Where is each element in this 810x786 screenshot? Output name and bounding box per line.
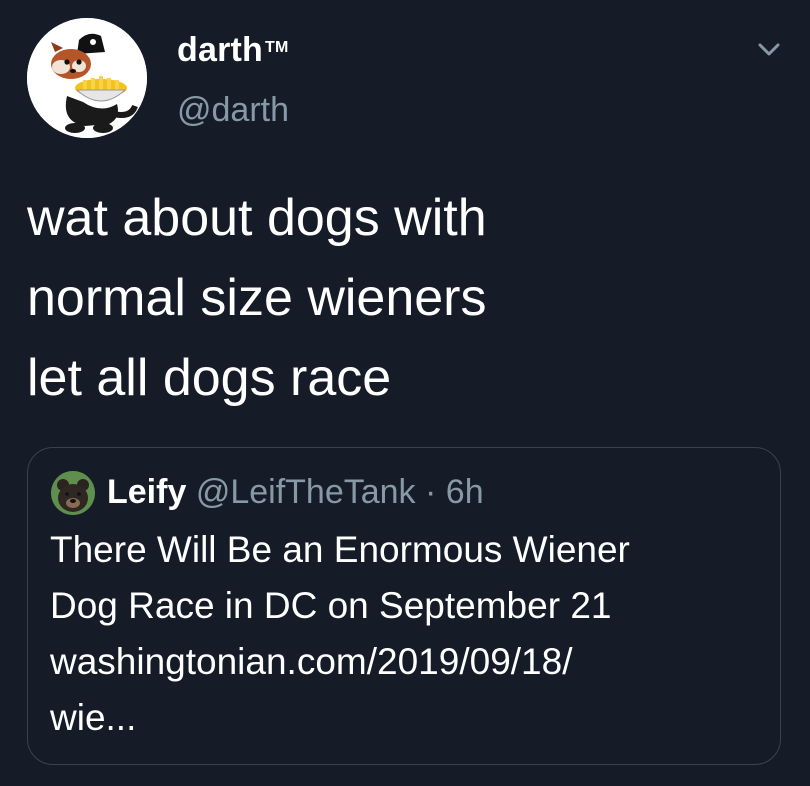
quoted-author-name[interactable]: Leify bbox=[107, 473, 186, 511]
tweet: darth TM @darth wat about dogs with norma… bbox=[0, 0, 810, 786]
quoted-separator: · bbox=[425, 473, 437, 511]
bear-avatar-icon bbox=[51, 471, 95, 515]
quoted-body-link[interactable]: washingtonian.com/2019/09/18/ bbox=[50, 634, 760, 690]
chevron-down-icon bbox=[758, 43, 780, 56]
quoted-tweet-header: Leify @LeifTheTank · 6h bbox=[107, 470, 484, 514]
author-handle[interactable]: @darth bbox=[177, 90, 289, 130]
red-panda-with-fries-avatar-icon bbox=[27, 18, 147, 138]
tweet-text-line: normal size wieners bbox=[27, 269, 487, 327]
tweet-text: wat about dogs with normal size wieners … bbox=[27, 178, 747, 418]
quoted-tweet-card[interactable]: Leify @LeifTheTank · 6h There Will Be an… bbox=[27, 447, 781, 765]
quoted-body-line: There Will Be an Enormous Wiener bbox=[50, 529, 630, 570]
author-display-name[interactable]: darth TM bbox=[177, 30, 289, 70]
author-avatar[interactable] bbox=[27, 18, 147, 138]
quoted-timestamp[interactable]: 6h bbox=[446, 473, 484, 511]
quoted-body-link[interactable]: wie... bbox=[50, 690, 760, 746]
trademark-symbol: TM bbox=[265, 39, 289, 56]
quoted-author-handle[interactable]: @LeifTheTank bbox=[196, 473, 416, 511]
quoted-body-line: Dog Race in DC on September 21 bbox=[50, 585, 612, 626]
quoted-tweet-body: There Will Be an Enormous Wiener Dog Rac… bbox=[50, 522, 760, 746]
quoted-author-avatar[interactable] bbox=[51, 471, 95, 515]
tweet-text-line: let all dogs race bbox=[27, 349, 392, 407]
tweet-menu-button[interactable] bbox=[752, 36, 786, 64]
tweet-text-line: wat about dogs with bbox=[27, 189, 487, 247]
display-name-text: darth bbox=[177, 31, 263, 69]
